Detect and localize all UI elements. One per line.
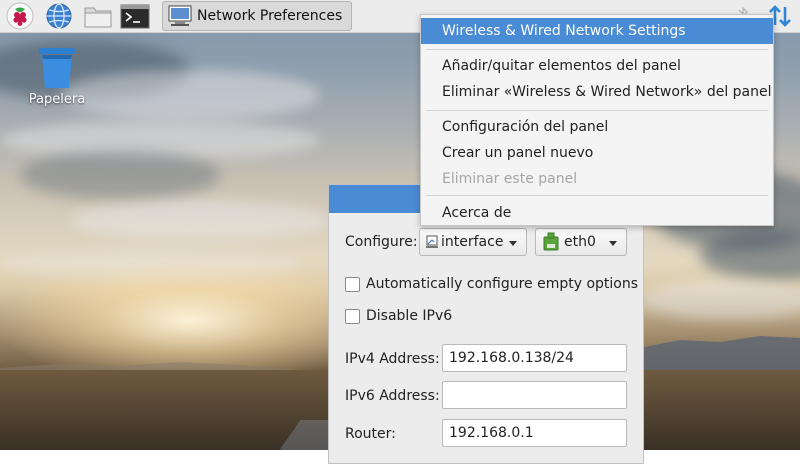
ipv6-field[interactable] <box>442 381 627 409</box>
configure-target-combo[interactable]: eth0 <box>535 228 627 256</box>
terminal-icon[interactable] <box>120 2 150 30</box>
configure-target-value: eth0 <box>564 234 596 250</box>
trash-icon <box>39 48 75 88</box>
task-network-preferences[interactable]: Network Preferences <box>162 1 352 31</box>
menu-separator <box>426 110 768 111</box>
menu-separator <box>426 49 768 50</box>
globe-icon[interactable] <box>45 2 73 30</box>
menu-item-remove-network-plugin[interactable]: Eliminar «Wireless & Wired Network» del … <box>421 79 773 105</box>
folder-icon[interactable] <box>83 2 112 30</box>
trash-label: Papelera <box>28 92 86 107</box>
interface-icon <box>426 235 438 248</box>
configure-type-combo[interactable]: interface <box>419 228 527 256</box>
menu-item-network-settings[interactable]: Wireless & Wired Network Settings <box>421 18 773 44</box>
auto-configure-checkbox[interactable] <box>345 277 360 292</box>
menu-item-create-new-panel[interactable]: Crear un panel nuevo <box>421 140 773 166</box>
auto-configure-label: Automatically configure empty options <box>366 276 639 292</box>
network-prefs-icon <box>168 5 192 26</box>
task-button-label: Network Preferences <box>197 8 343 24</box>
menu-separator <box>426 195 768 196</box>
router-field[interactable]: 192.168.0.1 <box>442 419 627 447</box>
ipv4-label: IPv4 Address: <box>345 351 440 367</box>
panel-context-menu: Wireless & Wired Network Settings Añadir… <box>420 14 774 226</box>
configure-label: Configure: <box>345 234 418 250</box>
disable-ipv6-label: Disable IPv6 <box>366 308 453 324</box>
chevron-down-icon <box>609 241 617 246</box>
configure-type-value: interface <box>441 234 504 250</box>
ipv6-label: IPv6 Address: <box>345 388 440 404</box>
ethernet-icon <box>543 232 559 251</box>
router-label: Router: <box>345 426 396 442</box>
menu-item-about[interactable]: Acerca de <box>421 200 773 226</box>
menu-item-panel-settings[interactable]: Configuración del panel <box>421 114 773 140</box>
raspberry-icon[interactable] <box>6 2 34 30</box>
trash-desktop-item[interactable]: Papelera <box>22 44 92 114</box>
menu-item-add-remove-panel-items[interactable]: Añadir/quitar elementos del panel <box>421 53 773 79</box>
disable-ipv6-checkbox[interactable] <box>345 309 360 324</box>
menu-item-delete-panel: Eliminar este panel <box>442 171 578 187</box>
chevron-down-icon <box>509 241 517 246</box>
ipv4-field[interactable]: 192.168.0.138/24 <box>442 344 627 372</box>
